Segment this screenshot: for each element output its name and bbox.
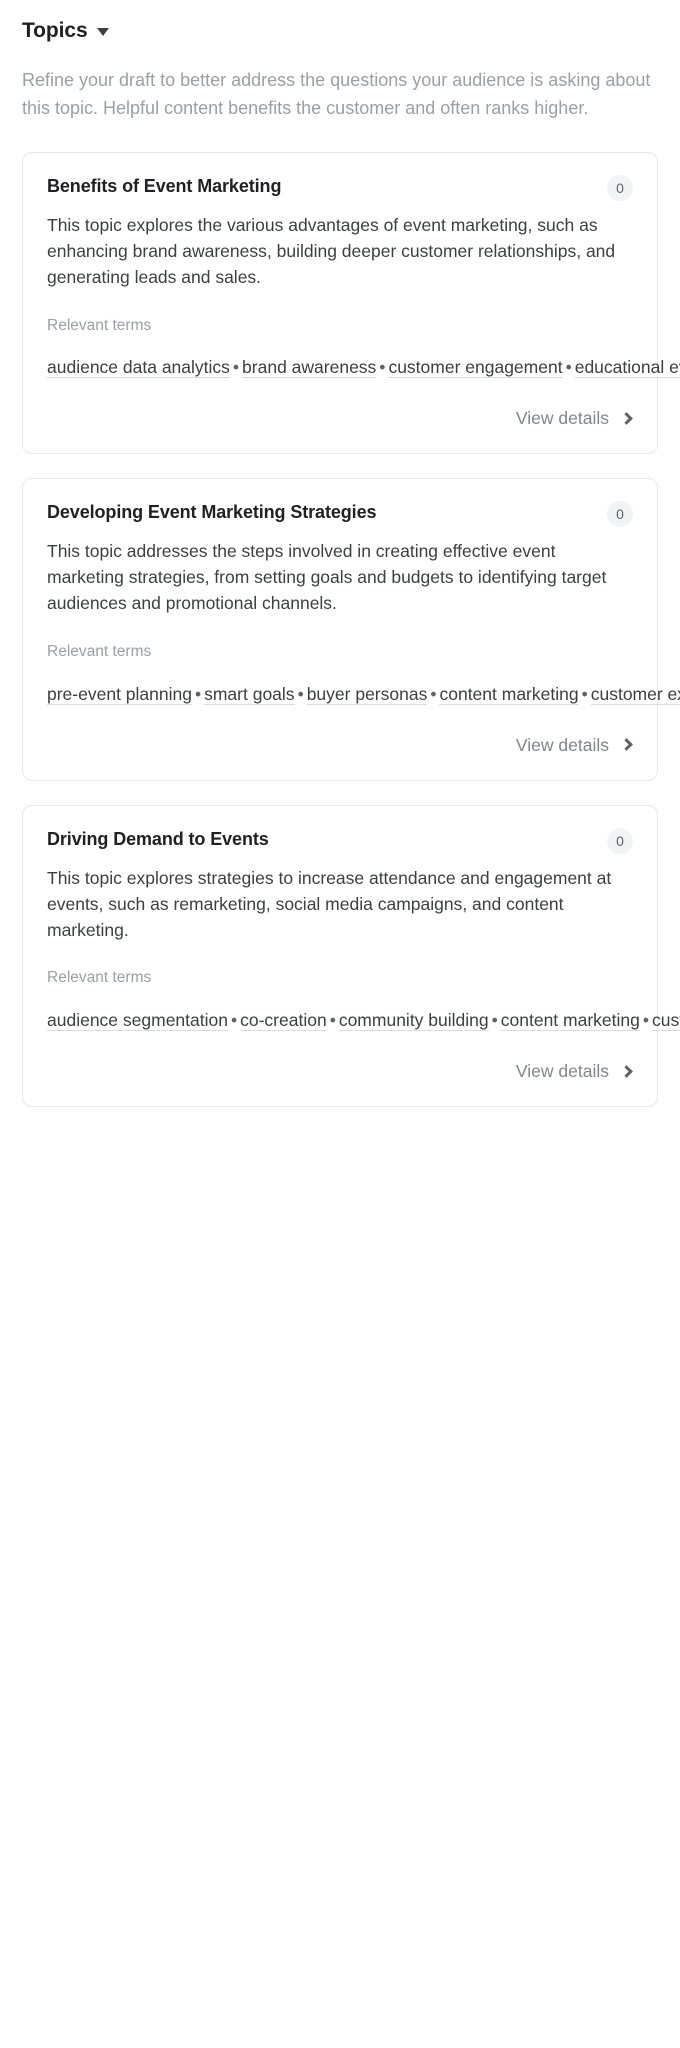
topic-card-footer: View details xyxy=(47,404,633,437)
term-separator: • xyxy=(430,683,437,704)
topic-card-description: This topic addresses the steps involved … xyxy=(47,541,607,614)
chevron-down-icon[interactable] xyxy=(96,28,109,37)
topic-card-header: Benefits of Event Marketing 0 xyxy=(47,174,633,201)
relevant-term[interactable]: audience segmentation xyxy=(47,1010,228,1032)
relevant-term[interactable]: customer retention xyxy=(652,1010,680,1032)
chevron-right-icon xyxy=(620,1064,633,1078)
term-separator: • xyxy=(232,357,240,378)
topic-count-badge: 0 xyxy=(607,827,633,854)
view-details-label: View details xyxy=(515,734,609,755)
term-separator: • xyxy=(491,1010,498,1031)
term-separator: • xyxy=(230,1010,238,1031)
relevant-term[interactable]: brand awareness xyxy=(242,357,377,379)
relevant-term[interactable]: pre-event planning xyxy=(47,683,192,705)
topic-card-title: Driving Demand to Events xyxy=(47,828,269,849)
relevant-terms-label: Relevant terms xyxy=(47,969,152,987)
topic-card-title: Developing Event Marketing Strategies xyxy=(47,502,377,523)
topic-card-title: Benefits of Event Marketing xyxy=(47,175,282,196)
topic-card-description: This topic explores the various advantag… xyxy=(47,214,616,287)
chevron-right-icon xyxy=(620,738,633,752)
relevant-term[interactable]: customer engagement xyxy=(388,357,563,379)
topics-section-toggle[interactable]: Topics xyxy=(22,18,658,43)
view-details-button[interactable]: View details xyxy=(512,404,633,437)
chevron-right-icon xyxy=(620,411,633,425)
relevant-terms-list: pre-event planning • smart goals • buyer per… xyxy=(47,679,680,709)
term-separator: • xyxy=(379,357,386,378)
term-separator: • xyxy=(581,683,588,704)
topic-card-footer: View details xyxy=(47,1057,633,1090)
relevant-terms-label: Relevant terms xyxy=(47,643,152,661)
term-separator: • xyxy=(194,683,202,704)
page-title: Topics xyxy=(22,19,88,42)
topic-card-footer: View details xyxy=(47,731,633,764)
topics-panel: Topics Refine your draft to better addre… xyxy=(0,0,680,2048)
relevant-term[interactable]: content marketing xyxy=(439,683,579,705)
relevant-term[interactable]: educational events xyxy=(574,357,680,379)
relevant-terms-list: audience data analytics • brand awareness •… xyxy=(47,352,680,382)
relevant-term[interactable]: co-creation xyxy=(240,1010,327,1032)
topic-card-description: This topic explores strategies to increa… xyxy=(47,867,612,940)
term-separator: • xyxy=(297,683,304,704)
relevant-term[interactable]: audience data analytics xyxy=(47,357,230,379)
panel-description: Refine your draft to better address the … xyxy=(22,70,651,118)
topic-count-badge: 0 xyxy=(607,501,633,528)
topic-card-header: Developing Event Marketing Strategies 0 xyxy=(47,501,633,528)
view-details-label: View details xyxy=(515,1061,609,1082)
relevant-term[interactable]: smart goals xyxy=(204,683,295,705)
relevant-terms-list: audience segmentation • co-creation • commun… xyxy=(47,1005,680,1035)
view-details-button[interactable]: View details xyxy=(512,1057,633,1090)
term-separator: • xyxy=(565,357,572,378)
topic-count-badge: 0 xyxy=(607,174,633,201)
topic-card-list: Benefits of Event Marketing 0 This topic e… xyxy=(0,122,680,1131)
panel-header: Topics Refine your draft to better addre… xyxy=(0,0,680,122)
relevant-term[interactable]: content marketing xyxy=(500,1010,640,1032)
topic-card: Developing Event Marketing Strategies 0 Th… xyxy=(22,478,680,781)
relevant-terms-label: Relevant terms xyxy=(47,316,152,334)
relevant-term[interactable]: customer experience xyxy=(590,683,680,705)
topic-card: Benefits of Event Marketing 0 This topic e… xyxy=(22,151,680,455)
view-details-button[interactable]: View details xyxy=(512,731,633,764)
term-separator: • xyxy=(642,1010,650,1031)
topic-card-header: Driving Demand to Events 0 xyxy=(47,827,633,854)
topic-card: Driving Demand to Events 0 This topic expl… xyxy=(22,804,680,1108)
relevant-term[interactable]: community building xyxy=(338,1010,489,1032)
relevant-term[interactable]: buyer personas xyxy=(306,683,428,705)
term-separator: • xyxy=(329,1010,336,1031)
view-details-label: View details xyxy=(515,408,609,429)
